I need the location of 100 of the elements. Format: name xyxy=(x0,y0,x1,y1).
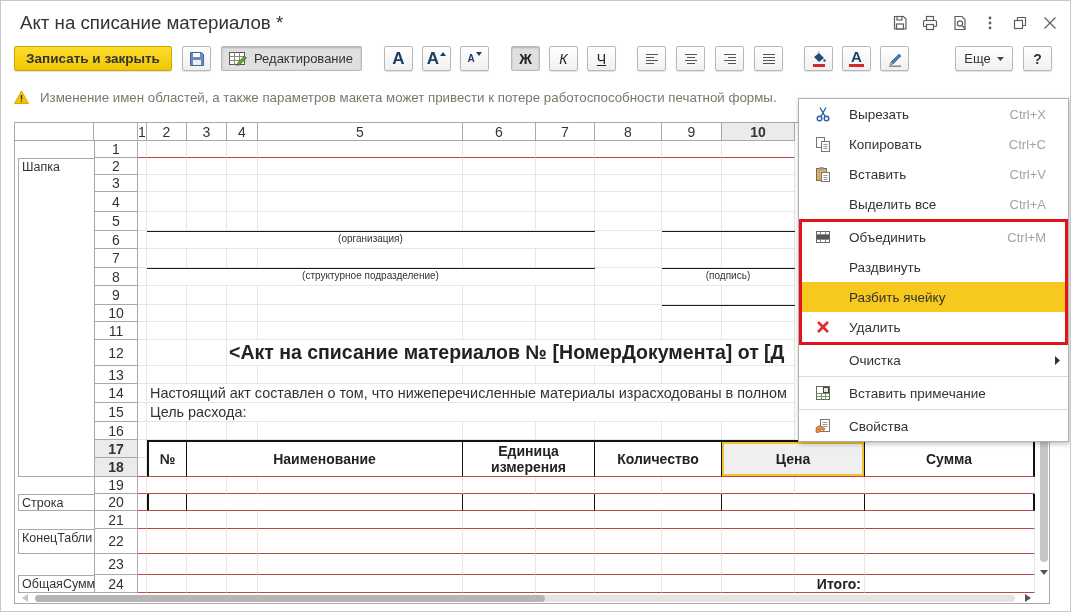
sheet-cell[interactable] xyxy=(147,340,187,366)
menu-item[interactable]: Очистка xyxy=(799,345,1068,375)
sheet-cell[interactable] xyxy=(595,575,662,593)
text-color-button[interactable]: A xyxy=(842,46,871,71)
sheet-cell[interactable] xyxy=(258,554,463,575)
fill-color-button[interactable] xyxy=(804,46,833,71)
row-number[interactable]: 5 xyxy=(94,212,138,231)
sheet-cell[interactable] xyxy=(258,366,463,384)
area-name[interactable]: КонецТабли xyxy=(18,529,94,554)
sheet-cell[interactable] xyxy=(258,305,463,322)
sheet-cell[interactable] xyxy=(227,175,258,192)
sheet-cell[interactable] xyxy=(187,175,227,192)
sheet-cell[interactable] xyxy=(865,575,1035,593)
sheet-cell[interactable] xyxy=(722,141,795,158)
sheet-cell[interactable] xyxy=(595,175,662,192)
sheet-cell[interactable] xyxy=(187,192,227,212)
sheet-cell[interactable] xyxy=(595,141,662,158)
sheet-cell[interactable] xyxy=(147,158,187,175)
sheet-cell[interactable] xyxy=(463,158,536,175)
sheet-cell[interactable] xyxy=(463,322,536,340)
sheet-cell[interactable] xyxy=(147,322,187,340)
sheet-cell[interactable] xyxy=(595,286,662,305)
sheet-cell[interactable] xyxy=(536,554,595,575)
sheet-cell[interactable] xyxy=(595,322,662,340)
table-header-cell[interactable]: Цена xyxy=(722,440,865,477)
sheet-cell[interactable] xyxy=(595,192,662,212)
menu-item[interactable]: Раздвинуть xyxy=(802,252,1065,282)
sheet-cell[interactable]: Итого: xyxy=(795,575,865,593)
increase-font-button[interactable]: A xyxy=(422,46,451,71)
area-name[interactable]: Шапка xyxy=(18,158,94,477)
sheet-cell[interactable] xyxy=(463,175,536,192)
down-arrow-icon[interactable] xyxy=(1040,570,1048,575)
table-header-cell[interactable]: Единица измерения xyxy=(463,440,595,477)
sheet-cell[interactable] xyxy=(595,249,662,268)
save-and-close-button[interactable]: Записать и закрыть xyxy=(14,46,172,71)
column-header[interactable]: 5 xyxy=(258,123,463,141)
row-number[interactable]: 10 xyxy=(94,305,138,322)
decrease-font-button[interactable]: A xyxy=(460,46,489,71)
sheet-cell[interactable] xyxy=(227,286,258,305)
sheet-cell[interactable] xyxy=(595,268,662,286)
column-header[interactable]: 10 xyxy=(722,123,795,141)
sheet-cell[interactable] xyxy=(258,192,463,212)
close-icon[interactable] xyxy=(1042,14,1058,31)
sheet-cell[interactable] xyxy=(227,511,258,529)
left-arrow-icon[interactable] xyxy=(22,594,28,602)
italic-button[interactable]: К xyxy=(549,46,578,71)
sheet-cell[interactable] xyxy=(662,141,722,158)
sheet-cell[interactable] xyxy=(147,511,187,529)
row-number[interactable]: 24 xyxy=(94,575,138,593)
sheet-cell[interactable] xyxy=(187,366,227,384)
sheet-cell[interactable] xyxy=(662,175,722,192)
table-cell[interactable] xyxy=(595,494,722,511)
row-number[interactable]: 22 xyxy=(94,529,138,554)
sheet-cell[interactable] xyxy=(227,322,258,340)
row-number[interactable]: 12 xyxy=(94,340,138,366)
underline-button[interactable]: Ч xyxy=(587,46,616,71)
sheet-cell[interactable] xyxy=(258,529,463,554)
sheet-cell[interactable] xyxy=(662,575,722,593)
table-cell[interactable] xyxy=(187,494,463,511)
sheet-cell[interactable] xyxy=(227,141,258,158)
sheet-cell[interactable] xyxy=(536,192,595,212)
sheet-cell[interactable] xyxy=(463,554,536,575)
sheet-cell[interactable] xyxy=(147,554,187,575)
sheet-cell[interactable] xyxy=(722,175,795,192)
sheet-cell[interactable] xyxy=(595,529,662,554)
table-header-cell[interactable]: Наименование xyxy=(187,440,463,477)
table-header-cell[interactable]: № xyxy=(147,440,187,477)
sheet-cell[interactable] xyxy=(795,554,865,575)
row-number[interactable]: 14 xyxy=(94,384,138,403)
row-number[interactable]: 6 xyxy=(94,231,138,249)
sheet-cell[interactable] xyxy=(187,511,227,529)
sheet-cell[interactable] xyxy=(187,286,227,305)
sheet-cell[interactable] xyxy=(595,366,662,384)
sheet-cell[interactable] xyxy=(536,529,595,554)
sheet-cell[interactable] xyxy=(258,511,463,529)
column-header[interactable]: 2 xyxy=(147,123,187,141)
sheet-cell[interactable] xyxy=(258,575,463,593)
sheet-cell[interactable] xyxy=(536,322,595,340)
sheet-cell[interactable] xyxy=(463,575,536,593)
row-number[interactable]: 4 xyxy=(94,192,138,212)
sheet-cell[interactable] xyxy=(227,554,258,575)
sheet-cell[interactable] xyxy=(258,158,463,175)
horizontal-scrollbar[interactable] xyxy=(35,594,1015,602)
row-number[interactable]: 20 xyxy=(94,494,138,511)
sheet-cell[interactable] xyxy=(227,305,258,322)
sheet-cell[interactable] xyxy=(536,511,595,529)
sheet-cell[interactable] xyxy=(722,366,795,384)
align-justify-button[interactable] xyxy=(754,46,783,71)
row-number[interactable]: 13 xyxy=(94,366,138,384)
sheet-cell[interactable] xyxy=(463,141,536,158)
document-search-icon[interactable] xyxy=(952,14,968,31)
menu-item[interactable]: Вставить Ctrl+V xyxy=(799,159,1068,189)
table-cell[interactable] xyxy=(722,494,865,511)
sheet-cell[interactable] xyxy=(227,529,258,554)
sheet-cell[interactable] xyxy=(258,286,463,305)
menu-item[interactable]: Объединить Ctrl+M xyxy=(802,222,1065,252)
column-header[interactable]: 4 xyxy=(227,123,258,141)
sheet-cell[interactable] xyxy=(536,141,595,158)
column-header[interactable]: 7 xyxy=(536,123,595,141)
sheet-cell[interactable] xyxy=(722,158,795,175)
